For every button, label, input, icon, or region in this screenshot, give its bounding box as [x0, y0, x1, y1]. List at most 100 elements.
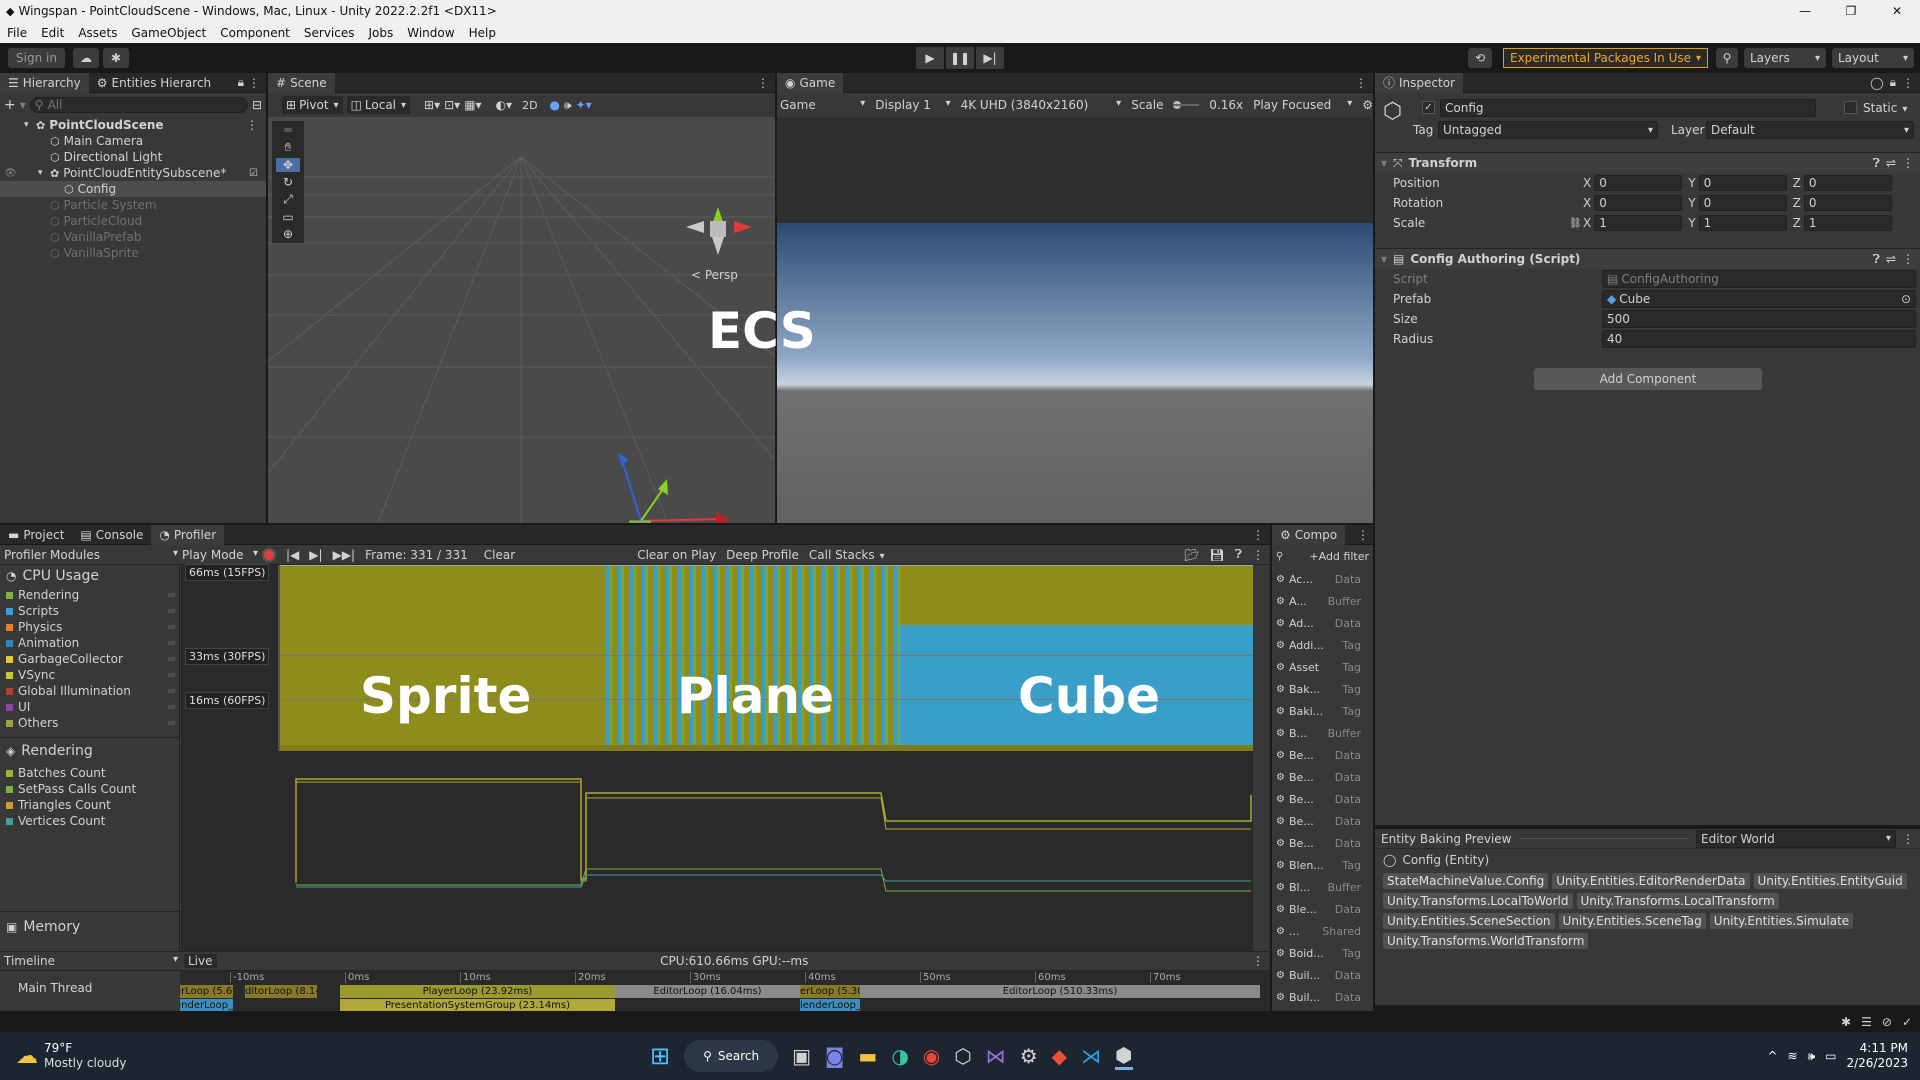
draw-mode-icon[interactable]: ◐▾	[496, 98, 513, 112]
cloud-icon[interactable]: ☁	[72, 48, 99, 68]
debug-icon[interactable]: ◯	[1870, 76, 1883, 90]
hierarchy-item[interactable]: 👁︎ ▾ ✿ PointCloudEntitySubscene* ☑	[0, 165, 266, 181]
clear-on-play-button[interactable]: Clear on Play	[637, 548, 716, 562]
more-menu-icon[interactable]: ⋮	[1252, 954, 1264, 968]
close-button[interactable]: ✕	[1874, 4, 1920, 18]
tag-dropdown[interactable]: Untagged	[1438, 121, 1658, 139]
timeline-sample-bar[interactable]: lenderLoop_	[800, 999, 860, 1011]
timeline-sample-bar[interactable]: EditorLoop (510.33ms)	[860, 985, 1260, 998]
battery-icon[interactable]: ▭	[1825, 1049, 1836, 1063]
menu-item-services[interactable]: Services	[297, 26, 362, 40]
tab-game[interactable]: ◉ Game	[777, 73, 844, 93]
grid-snap-icon[interactable]: ⊞▾	[424, 98, 440, 112]
scale-tool-icon[interactable]: ⤢	[283, 192, 293, 207]
display-dropdown[interactable]: Display 1	[875, 98, 950, 112]
git-icon[interactable]: ◆	[1052, 1044, 1067, 1068]
legend-item[interactable]: Others ═	[0, 715, 179, 731]
resolution-dropdown[interactable]: 4K UHD (3840x2160)	[961, 98, 1122, 112]
increment-snap-icon[interactable]: ▦▾	[464, 98, 481, 112]
hierarchy-item[interactable]: ⬡ VanillaPrefab	[0, 229, 266, 245]
size-field[interactable]: 500	[1602, 310, 1916, 328]
pause-button[interactable]: ❚❚	[946, 47, 974, 69]
sign-in-button[interactable]: Sign in	[8, 48, 65, 68]
teams-icon[interactable]: ◙	[825, 1044, 844, 1068]
more-menu-icon[interactable]: ⋮	[1902, 76, 1914, 90]
component-row[interactable]: ⚙ Addi... Tag	[1272, 634, 1373, 656]
weather-temp[interactable]: 79°F	[44, 1041, 127, 1056]
rect-tool-icon[interactable]: ▭	[282, 210, 293, 224]
scale-z-field[interactable]: 1	[1803, 215, 1892, 231]
link-icon[interactable]: ⛓	[1569, 218, 1582, 229]
tray-chevron-icon[interactable]: ^	[1767, 1049, 1777, 1063]
legend-item[interactable]: GarbageCollector ═	[0, 651, 179, 667]
active-checkbox[interactable]: ✓	[1422, 101, 1435, 114]
timeline-sample-bar[interactable]: ditorLoop (8.14ms)	[245, 985, 317, 998]
legend-item[interactable]: Physics ═	[0, 619, 179, 635]
play-mode-dropdown[interactable]: Play Mode	[182, 548, 258, 562]
hierarchy-item[interactable]: ⬡ Particle System	[0, 197, 266, 213]
visibility-icon[interactable]: 👁︎	[4, 168, 17, 179]
tab-components[interactable]: ⚙ Compo	[1272, 525, 1346, 545]
position-y-field[interactable]: 0	[1698, 175, 1787, 191]
add-filter-button[interactable]: +Add filter	[1309, 550, 1369, 563]
next-frame-icon[interactable]: ▶|	[309, 548, 322, 562]
prev-frame-icon[interactable]: |◀	[286, 548, 299, 562]
component-row[interactable]: ⚙ Asset Tag	[1272, 656, 1373, 678]
component-tag[interactable]: Unity.Entities.SceneSection	[1383, 913, 1555, 929]
component-row[interactable]: ⚙ B... Buffer	[1272, 722, 1373, 744]
add-icon[interactable]: +	[4, 97, 16, 113]
component-row[interactable]: ⚙ Buil... Data	[1272, 964, 1373, 986]
settings-icon[interactable]: ⚙	[1020, 1044, 1038, 1068]
mode-2d-button[interactable]: 2D	[522, 99, 537, 112]
drag-handle-icon[interactable]: ═	[168, 700, 175, 714]
hierarchy-item[interactable]: ⬡ Directional Light	[0, 149, 266, 165]
legend-item[interactable]: Rendering ═	[0, 587, 179, 603]
check-icon[interactable]: ✓	[1902, 1015, 1912, 1029]
preset-icon[interactable]: ⇌	[1886, 252, 1896, 266]
help-icon[interactable]: ❓︎	[1235, 547, 1242, 562]
stack-icon[interactable]: ☰	[1861, 1015, 1872, 1029]
component-tag[interactable]: Unity.Transforms.LocalTransform	[1576, 893, 1779, 909]
menu-item-component[interactable]: Component	[213, 26, 297, 40]
component-tag[interactable]: Unity.Transforms.WorldTransform	[1383, 933, 1589, 949]
rotate-tool-icon[interactable]: ↻	[283, 175, 293, 189]
menu-item-assets[interactable]: Assets	[71, 26, 124, 40]
prefab-field[interactable]: ◆ Cube ⊙	[1602, 290, 1916, 308]
object-picker-icon[interactable]: ⊙	[1901, 292, 1911, 306]
axis-label-z[interactable]: Z	[1793, 216, 1801, 230]
transform-header[interactable]: ▾ ⤧ Transform ❓︎ ⇌ ⋮	[1375, 153, 1920, 173]
history-icon[interactable]: ⟲	[1468, 48, 1492, 68]
component-row[interactable]: ⚙ Baki... Tag	[1272, 700, 1373, 722]
local-dropdown[interactable]: ◫ Local	[346, 96, 411, 114]
drag-handle-icon[interactable]: ═	[168, 668, 175, 682]
tab-entities-hierarchy[interactable]: ⚙ Entities Hierarch	[89, 73, 219, 93]
clock-time[interactable]: 4:11 PM	[1846, 1041, 1908, 1056]
component-tag[interactable]: Unity.Entities.EditorRenderData	[1552, 873, 1750, 889]
more-menu-icon[interactable]: ⋮	[757, 76, 769, 90]
memory-title[interactable]: Memory	[23, 919, 80, 935]
edge-icon[interactable]: ◑	[891, 1044, 908, 1068]
timeline-sample-bar[interactable]: erLoop (5.30	[800, 985, 860, 998]
legend-item[interactable]: Vertices Count	[0, 813, 179, 829]
file-explorer-icon[interactable]: ▬	[858, 1044, 877, 1068]
drag-handle-icon[interactable]: ═	[168, 620, 175, 634]
tab-profiler[interactable]: ◔ Profiler	[151, 525, 225, 545]
timeline-sample-bar[interactable]: PlayerLoop (23.92ms)	[340, 985, 615, 998]
live-button[interactable]: Live	[184, 954, 217, 968]
menu-item-gameobject[interactable]: GameObject	[124, 26, 213, 40]
rotation-x-field[interactable]: 0	[1594, 195, 1683, 211]
tab-project[interactable]: ▬ Project	[0, 525, 72, 545]
component-tag[interactable]: Unity.Entities.EntityGuid	[1753, 873, 1907, 889]
weather-icon[interactable]: ☁	[16, 1044, 38, 1069]
rotation-y-field[interactable]: 0	[1698, 195, 1787, 211]
layout-dropdown[interactable]: Layout	[1832, 48, 1914, 68]
play-focused-dropdown[interactable]: Play Focused	[1253, 98, 1352, 112]
config-authoring-header[interactable]: ▾ ▤ Config Authoring (Script) ❓︎ ⇌ ⋮	[1375, 249, 1920, 269]
more-menu-icon[interactable]: ⋮	[1355, 76, 1367, 90]
help-icon[interactable]: ❓︎	[1873, 252, 1880, 267]
weather-desc[interactable]: Mostly cloudy	[44, 1056, 127, 1071]
drag-handle-icon[interactable]: ═	[168, 604, 175, 618]
more-menu-icon[interactable]: ⋮	[246, 118, 258, 132]
component-row[interactable]: ⚙ Be... Data	[1272, 766, 1373, 788]
help-icon[interactable]: ❓︎	[1873, 156, 1880, 171]
